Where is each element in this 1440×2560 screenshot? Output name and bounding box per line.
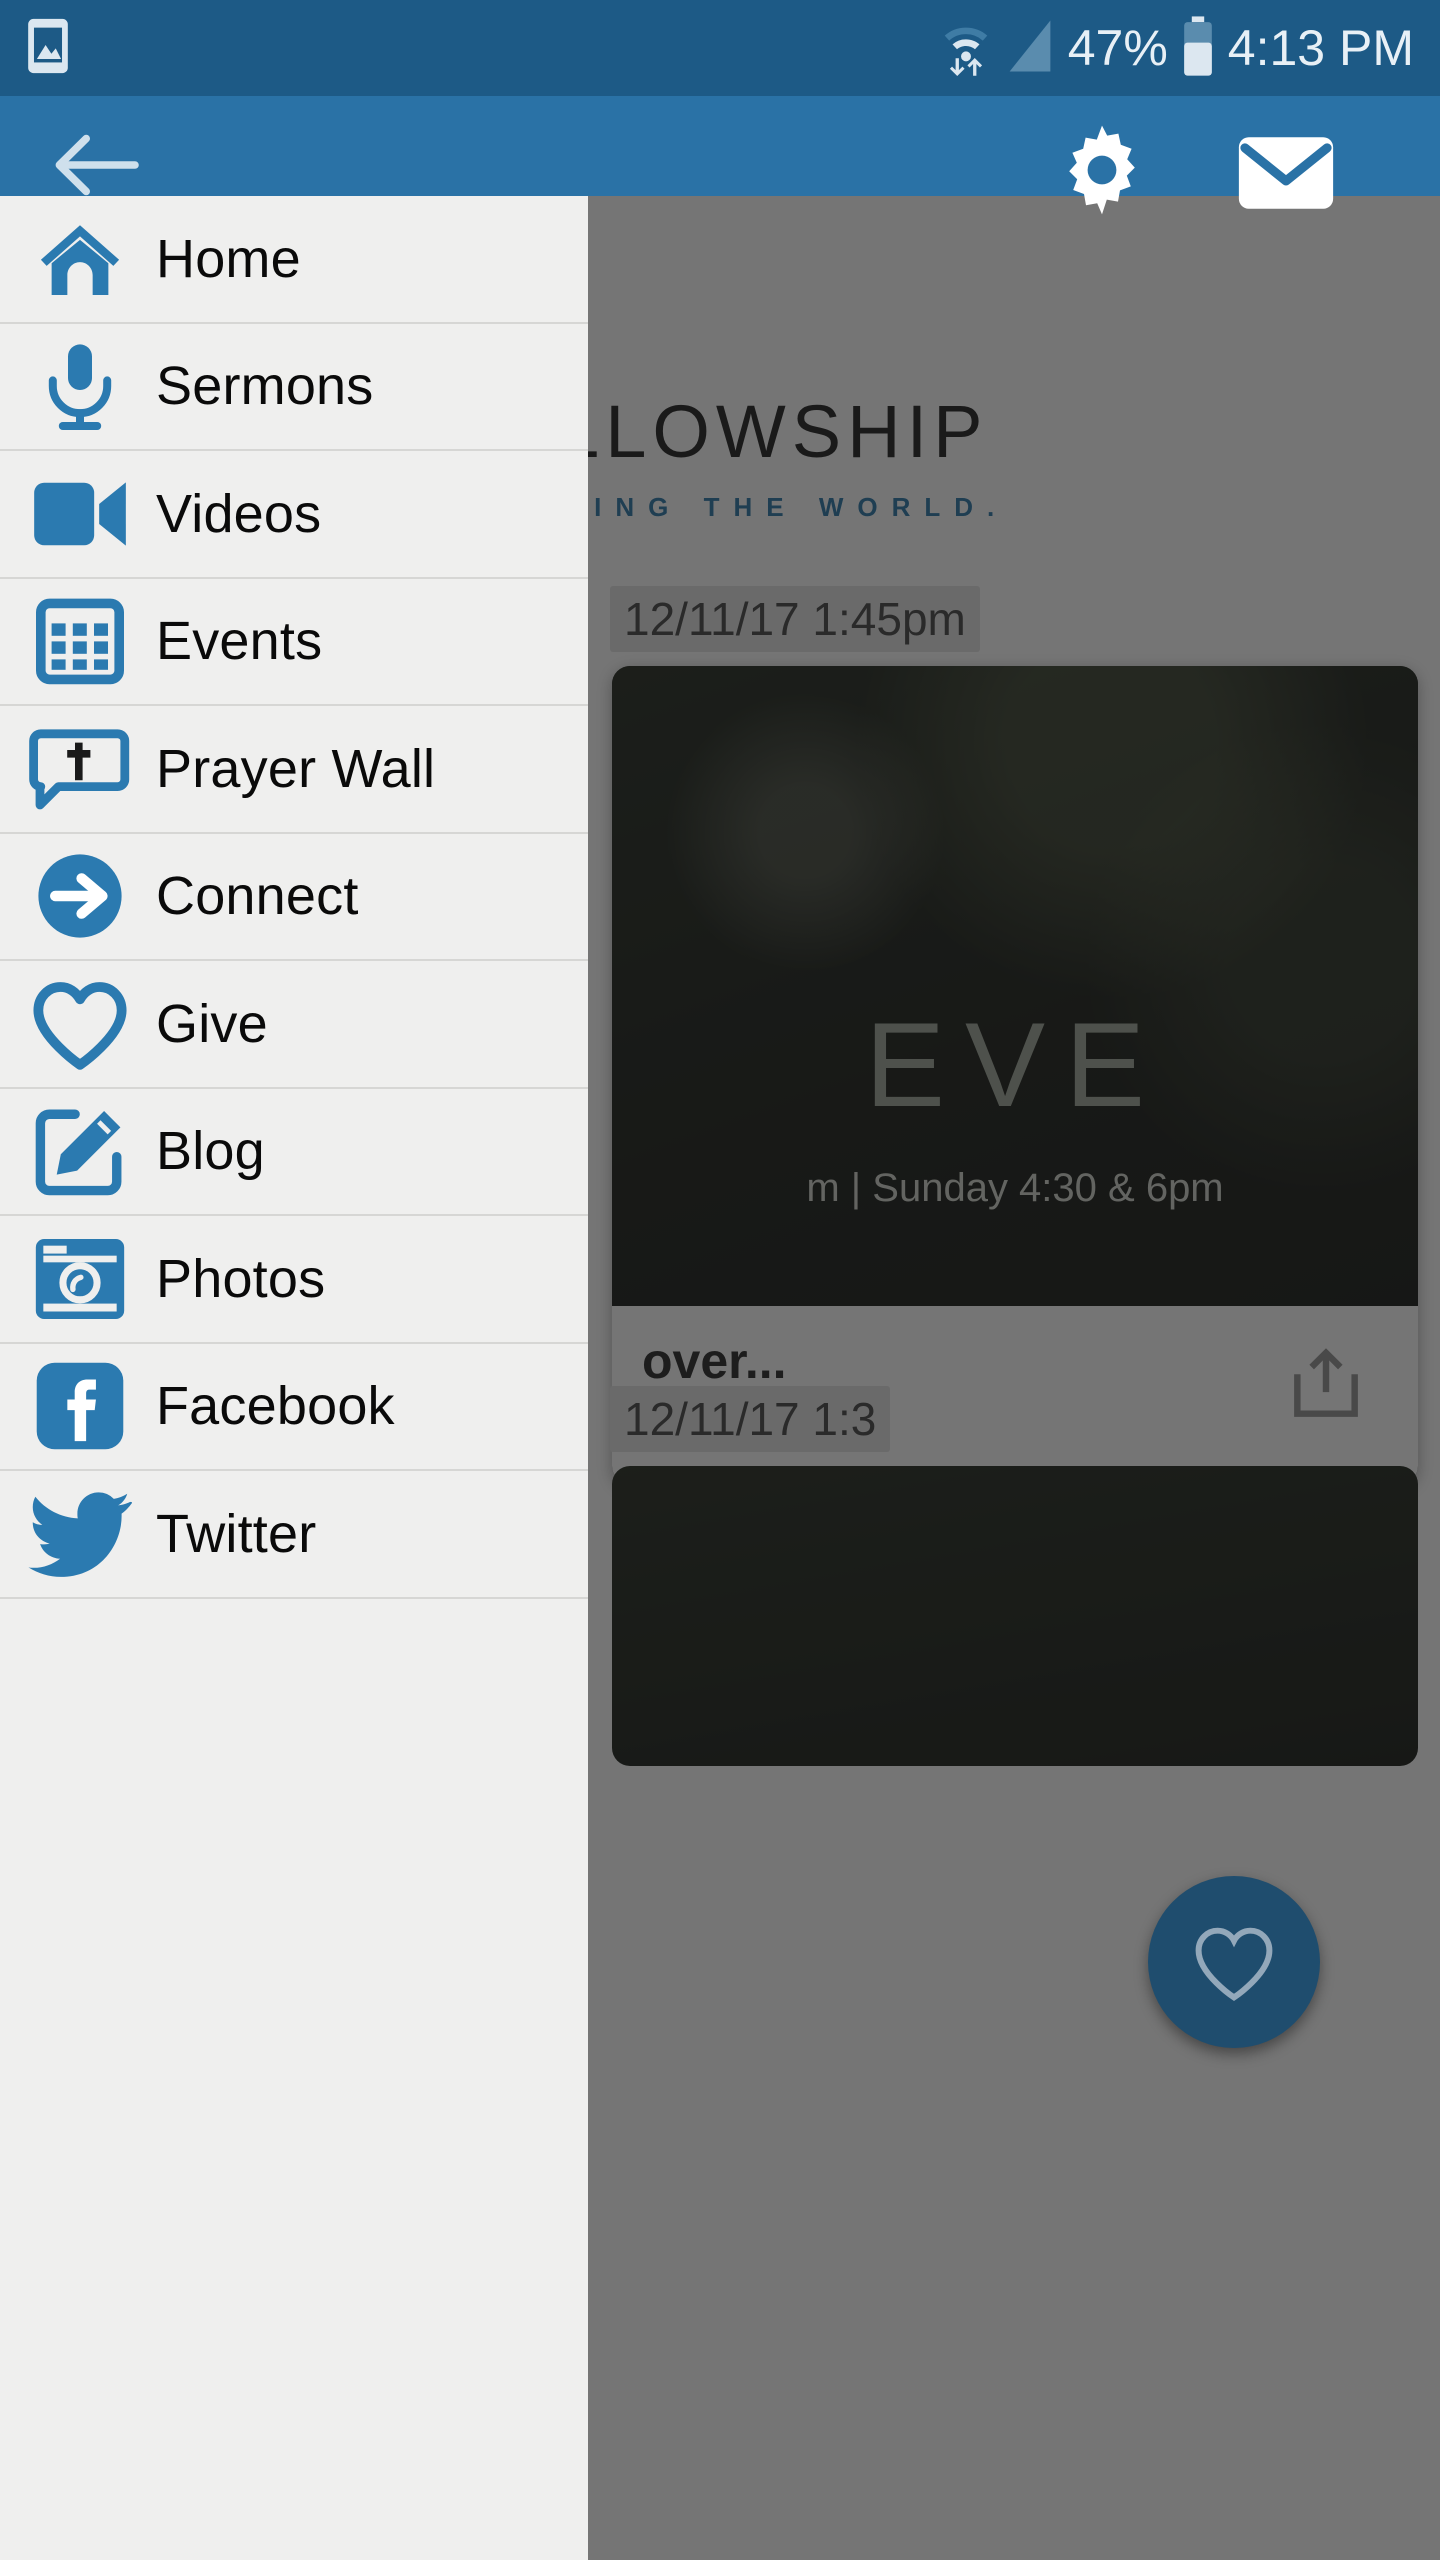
sidebar-item-connect[interactable]: Connect (0, 834, 588, 961)
envelope-icon (1238, 137, 1334, 209)
clock: 4:13 PM (1227, 20, 1414, 76)
sidebar-item-label: Videos (156, 483, 322, 544)
sidebar-item-blog[interactable]: Blog (0, 1089, 588, 1216)
heart-outline-icon (28, 972, 132, 1076)
sidebar-item-label: Events (156, 611, 323, 672)
video-camera-icon (28, 462, 132, 566)
signal-icon (1004, 18, 1056, 79)
twitter-icon (28, 1482, 132, 1586)
calendar-icon (28, 589, 132, 693)
facebook-icon (28, 1354, 132, 1458)
sidebar-item-label: Photos (156, 1248, 326, 1309)
sidebar-item-facebook[interactable]: Facebook (0, 1344, 588, 1471)
sidebar-item-photos[interactable]: Photos (0, 1216, 588, 1344)
home-icon (28, 207, 132, 311)
sidebar-item-label: Give (156, 993, 268, 1054)
sidebar-item-label: Twitter (156, 1503, 317, 1564)
sidebar-item-twitter[interactable]: Twitter (0, 1471, 588, 1599)
sidebar-item-prayer-wall[interactable]: Prayer Wall (0, 706, 588, 834)
sidebar-item-label: Prayer Wall (156, 738, 436, 799)
sidebar-item-label: Blog (156, 1121, 265, 1182)
battery-percent: 47% (1067, 20, 1168, 76)
phone-screen: FELLOWSHIP REACHING THE WORLD. 12/11/17 … (0, 0, 1440, 2560)
sidebar-item-videos[interactable]: Videos (0, 451, 588, 579)
back-button[interactable] (42, 110, 152, 220)
navigation-drawer: Home Sermons Videos Events Prayer Wall C… (0, 196, 588, 2560)
photo-icon (26, 17, 70, 80)
wifi-icon (940, 15, 992, 82)
microphone-icon (28, 334, 132, 438)
status-bar: 47% 4:13 PM (0, 0, 1440, 96)
battery-icon (1180, 15, 1216, 82)
sidebar-item-give[interactable]: Give (0, 961, 588, 1089)
sidebar-item-label: Home (156, 228, 301, 289)
heart-icon (1195, 1927, 1273, 2001)
speech-bubble-cross-icon (28, 717, 132, 821)
camera-icon (28, 1227, 132, 1331)
sidebar-item-label: Sermons (156, 356, 374, 417)
app-bar (0, 96, 1440, 215)
gear-icon (1069, 125, 1135, 215)
back-arrow-icon (55, 134, 139, 196)
settings-button[interactable] (1042, 110, 1162, 230)
sidebar-item-label: Connect (156, 866, 359, 927)
messages-button[interactable] (1226, 118, 1346, 228)
arrow-circle-right-icon (28, 844, 132, 948)
favorite-fab[interactable] (1148, 1876, 1320, 2048)
sidebar-item-sermons[interactable]: Sermons (0, 324, 588, 451)
sidebar-item-label: Facebook (156, 1376, 395, 1437)
pencil-square-icon (28, 1099, 132, 1203)
sidebar-item-events[interactable]: Events (0, 579, 588, 706)
